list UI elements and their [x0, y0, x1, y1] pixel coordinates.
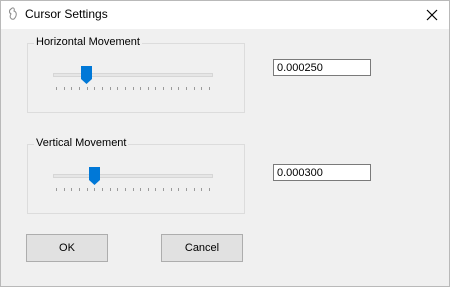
slider-tick [56, 87, 57, 90]
slider-tick [194, 188, 195, 191]
dialog-window: Cursor Settings Horizontal Movement Vert… [0, 0, 450, 287]
slider-tick [56, 188, 57, 191]
horizontal-value-field[interactable] [273, 59, 371, 76]
vertical-slider-track [53, 174, 213, 178]
slider-tick [209, 188, 210, 191]
close-button[interactable] [415, 1, 449, 29]
slider-tick [87, 188, 88, 191]
vertical-slider-thumb[interactable] [89, 167, 100, 185]
slider-tick [178, 87, 179, 90]
slider-tick [201, 188, 202, 191]
slider-tick [79, 188, 80, 191]
slider-tick [133, 87, 134, 90]
slider-tick [102, 87, 103, 90]
horizontal-movement-group: Horizontal Movement [27, 36, 245, 113]
slider-tick [171, 188, 172, 191]
slider-tick [110, 87, 111, 90]
slider-tick [201, 87, 202, 90]
title-bar: Cursor Settings [1, 1, 449, 29]
slider-tick [171, 87, 172, 90]
slider-tick [94, 87, 95, 90]
slider-tick [64, 188, 65, 191]
slider-tick [163, 87, 164, 90]
horizontal-movement-label: Horizontal Movement [34, 36, 142, 48]
vertical-value-field[interactable] [273, 164, 371, 181]
vertical-movement-label: Vertical Movement [34, 137, 129, 149]
app-icon [8, 7, 20, 22]
slider-tick [125, 87, 126, 90]
slider-tick [79, 87, 80, 90]
slider-tick [178, 188, 179, 191]
slider-tick [64, 87, 65, 90]
slider-tick [102, 188, 103, 191]
slider-tick [209, 87, 210, 90]
vertical-movement-group: Vertical Movement [27, 137, 245, 214]
ok-button[interactable]: OK [26, 234, 108, 262]
window-title: Cursor Settings [25, 7, 108, 21]
slider-tick [94, 188, 95, 191]
slider-tick [148, 87, 149, 90]
horizontal-slider-track [53, 73, 213, 77]
slider-tick [133, 188, 134, 191]
slider-tick [155, 87, 156, 90]
horizontal-slider-thumb[interactable] [81, 66, 92, 84]
slider-tick [186, 87, 187, 90]
slider-tick [71, 188, 72, 191]
slider-tick [140, 87, 141, 90]
slider-tick [87, 87, 88, 90]
slider-tick [163, 188, 164, 191]
slider-tick [194, 87, 195, 90]
slider-tick [110, 188, 111, 191]
slider-tick [117, 87, 118, 90]
cancel-button[interactable]: Cancel [161, 234, 243, 262]
slider-tick [117, 188, 118, 191]
horizontal-slider-ticks [56, 87, 210, 91]
horizontal-slider[interactable] [48, 66, 218, 96]
slider-tick [71, 87, 72, 90]
slider-tick [186, 188, 187, 191]
slider-tick [140, 188, 141, 191]
vertical-slider-ticks [56, 188, 210, 192]
vertical-slider[interactable] [48, 167, 218, 197]
slider-tick [148, 188, 149, 191]
slider-tick [155, 188, 156, 191]
slider-tick [125, 188, 126, 191]
